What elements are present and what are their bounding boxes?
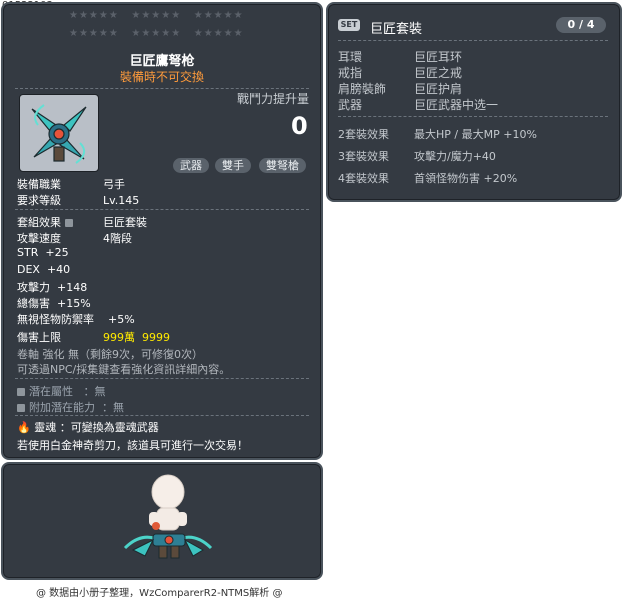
damage-cap-row: 傷害上限 999萬 9999 bbox=[17, 331, 170, 344]
item-icon bbox=[19, 94, 99, 172]
tag-weapon: 武器 bbox=[173, 158, 209, 173]
crossbow-icon bbox=[31, 104, 87, 164]
set-bonus-label-2: 2套裝效果 bbox=[338, 128, 389, 141]
attack-speed-row: 攻擊速度 4階段 bbox=[17, 232, 132, 245]
set-separator-2 bbox=[338, 116, 608, 117]
character-preview-panel bbox=[1, 462, 323, 580]
character-preview-image bbox=[123, 474, 213, 559]
footer-credit: @ 数据由小册子整理，WzComparerR2-NTMS解析 @ bbox=[36, 588, 283, 599]
tag-two-handed: 雙手 bbox=[215, 158, 251, 173]
soul-flame-icon: 🔥 bbox=[17, 421, 31, 434]
item-tooltip-panel: ★★★★★ ★★★★★ ★★★★★ ★★★★★ ★★★★★ ★★★★★ 巨匠鷹弩… bbox=[1, 2, 323, 460]
set-effect-row: 套組效果 巨匠套裝 bbox=[17, 216, 147, 229]
set-piece-name-2: 巨匠之戒 bbox=[414, 66, 463, 80]
stat-str: STR +25 bbox=[17, 246, 69, 259]
set-piece-slot-2: 戒指 bbox=[338, 66, 363, 80]
set-title: 巨匠套裝 bbox=[370, 22, 423, 37]
set-piece-slot-1: 耳環 bbox=[338, 50, 363, 64]
tag-weapon-type: 雙弩槍 bbox=[259, 158, 306, 173]
req-job-row: 裝備職業 弓手 bbox=[17, 178, 125, 191]
stat-ignore-defense: 無視怪物防禦率 +5% bbox=[17, 313, 135, 326]
set-bonus-value-3: 攻擊力/魔力+40 bbox=[414, 150, 496, 163]
set-piece-slot-4: 武器 bbox=[338, 98, 363, 112]
set-piece-name-3: 巨匠护肩 bbox=[414, 82, 463, 96]
potential-row: 潛在屬性 ：無 bbox=[17, 383, 106, 399]
set-bonus-value-4: 首領怪物伤害 +20% bbox=[414, 172, 518, 185]
stat-dex: DEX +40 bbox=[17, 263, 71, 276]
item-name: 巨匠鷹弩枪 bbox=[129, 54, 195, 69]
req-level-row: 要求等級 Lv.145 bbox=[17, 194, 140, 207]
stat-attack: 攻擊力 +148 bbox=[17, 281, 88, 294]
combat-power-value: 0 bbox=[291, 112, 308, 140]
potential-icon bbox=[17, 388, 25, 396]
set-separator bbox=[338, 40, 608, 41]
set-piece-slot-3: 肩膀裝飾 bbox=[338, 82, 387, 96]
set-piece-name-4: 巨匠武器中选一 bbox=[414, 98, 499, 112]
star-force-row-2: ★★★★★ ★★★★★ ★★★★★ bbox=[69, 28, 244, 39]
additional-potential-row: 附加潛在能力 ：無 bbox=[17, 399, 124, 415]
upgrade-hint: 可透過NPC/採集鍵查看強化資訊詳細內容。 bbox=[17, 363, 231, 376]
soul-row: 🔥 靈魂 ：可變換為靈魂武器 bbox=[17, 421, 159, 434]
stat-total-damage: 總傷害 +15% bbox=[17, 297, 91, 310]
scroll-upgrade-line: 卷軸 強化 無（剩餘9次，可修復0次） bbox=[17, 348, 203, 361]
set-bonus-label-4: 4套裝效果 bbox=[338, 172, 389, 185]
set-bonus-label-3: 3套裝效果 bbox=[338, 150, 389, 163]
set-badge: SET bbox=[338, 19, 360, 31]
additional-potential-icon bbox=[17, 404, 25, 412]
set-piece-name-1: 巨匠耳环 bbox=[414, 50, 463, 64]
set-count: 0 / 4 bbox=[556, 17, 606, 33]
combat-power-label: 戰鬥力提升量 bbox=[237, 92, 310, 106]
star-force-row-1: ★★★★★ ★★★★★ ★★★★★ bbox=[69, 10, 244, 21]
trade-note: 裝備時不可交換 bbox=[119, 70, 204, 84]
platinum-scissors-note: 若使用白金神奇剪刀，該道具可進行一次交易！ bbox=[17, 439, 248, 452]
set-bonus-value-2: 最大HP / 最大MP +10% bbox=[414, 128, 537, 141]
set-info-icon bbox=[64, 219, 73, 227]
